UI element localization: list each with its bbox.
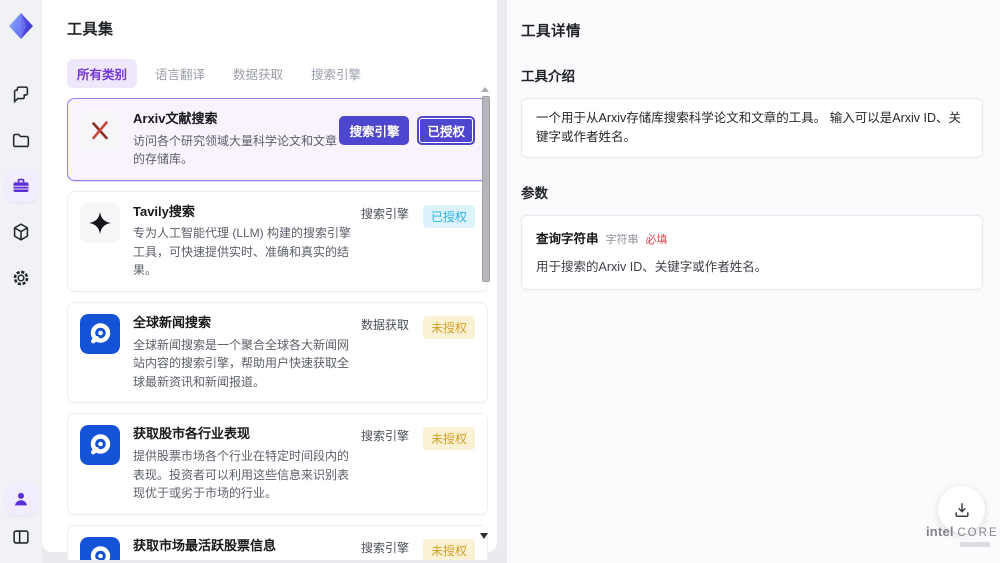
page-title: 工具集 xyxy=(67,21,114,38)
tool-name: Arxiv文献搜索 xyxy=(133,111,218,126)
panel-toggle-icon[interactable] xyxy=(5,521,37,553)
tab-category-2[interactable]: 数据获取 xyxy=(223,59,293,88)
category-tabs: 所有类别 语言翻译 数据获取 搜索引擎 xyxy=(67,59,497,88)
tool-name: 全球新闻搜索 xyxy=(133,315,212,331)
chat-icon[interactable] xyxy=(5,78,37,110)
cube-icon[interactable] xyxy=(5,216,37,248)
tool-card[interactable]: 获取市场最活跃股票信息提供当天交易量最高的股票列表。投资者可以利用这些信息来识别… xyxy=(67,524,488,560)
unauthorized-badge: 未授权 xyxy=(422,427,475,451)
tools-panel: 工具集 所有类别 语言翻译 数据获取 搜索引擎 Arxiv文献搜索 访问各个研究领域大量… xyxy=(42,0,497,560)
tool-card[interactable]: 全球新闻搜索全球新闻搜索是一个聚合全球各大新闻网站内容的搜索引擎，帮助用户快速获… xyxy=(67,302,488,404)
settings-icon[interactable] xyxy=(5,262,37,294)
tool-detail-panel: 工具详情 工具介绍 一个用于从Arxiv存储库搜索科学论文和文章的工具。 输入可… xyxy=(507,0,1000,563)
params-heading: 参数 xyxy=(521,185,548,201)
param-type: 字符串 xyxy=(605,233,639,246)
tool-list: Arxiv文献搜索 访问各个研究领域大量科学论文和文章的存储库。 搜索引擎 已授权 Ta… xyxy=(67,98,488,560)
sidebar xyxy=(0,0,42,563)
tab-category-1[interactable]: 语言翻译 xyxy=(145,59,215,88)
unauthorized-badge: 未授权 xyxy=(422,316,475,340)
tool-description: 提供当天交易量最高的股票列表。投资者可以利用这些信息来识别流动性强的股票和潜在的… xyxy=(133,558,361,560)
tool-category-label: 搜索引擎 xyxy=(360,206,409,221)
unauthorized-badge: 未授权 xyxy=(422,538,475,560)
param-list: 查询字符串 字符串 必填用于搜索的Arxiv ID、关键字或作者姓名。 xyxy=(521,214,986,290)
tab-all-categories[interactable]: 所有类别 xyxy=(67,59,138,88)
tool-card[interactable]: 获取股市各行业表现提供股票市场各个行业在特定时间段内的表现。投资者可以利用这些信… xyxy=(67,413,488,515)
blue-q-tool-icon xyxy=(80,536,120,560)
app-logo xyxy=(5,10,37,42)
intel-core-logo: intel core xyxy=(926,524,997,547)
tool-description: 访问各个研究领域大量科学论文和文章的存储库。 xyxy=(133,133,338,167)
tool-category-label: 搜索引擎 xyxy=(360,429,409,444)
tool-name: 获取市场最活跃股票信息 xyxy=(133,537,277,553)
download-icon xyxy=(954,502,969,517)
tool-card[interactable]: Arxiv文献搜索访问各个研究领域大量科学论文和文章的存储库。 搜索引擎 已授权 xyxy=(67,98,488,181)
param-description: 用于搜索的Arxiv ID、关键字或作者姓名。 xyxy=(536,259,768,274)
tool-card[interactable]: Tavily搜索专为人工智能代理 (LLM) 构建的搜索引擎工具，可快速提供实时… xyxy=(67,190,488,293)
tool-intro-text: 一个用于从Arxiv存储库搜索科学论文和文章的工具。 输入可以是Arxiv ID… xyxy=(521,98,983,158)
user-icon[interactable] xyxy=(5,483,37,515)
tool-category-label: 搜索引擎 xyxy=(339,116,410,145)
tavily-tool-icon xyxy=(80,202,120,243)
param-card: 查询字符串 字符串 必填用于搜索的Arxiv ID、关键字或作者姓名。 xyxy=(521,214,983,290)
intro-heading: 工具介绍 xyxy=(521,69,575,84)
brand-bar xyxy=(960,542,990,547)
tool-description: 提供股票市场各个行业在特定时间段内的表现。投资者可以利用这些信息来识别表现优于或… xyxy=(133,448,350,501)
brand-core: core xyxy=(957,527,999,539)
toolbox-icon[interactable] xyxy=(5,170,37,202)
scrollbar-thumb[interactable] xyxy=(482,96,490,282)
brand-intel: intel xyxy=(926,524,954,539)
tool-category-label: 数据获取 xyxy=(360,318,409,333)
blue-q-tool-icon xyxy=(80,314,120,355)
param-required-flag: 必填 xyxy=(645,233,668,246)
tool-description: 专为人工智能代理 (LLM) 构建的搜索引擎工具，可快速提供实时、准确和真实的结… xyxy=(133,226,352,278)
authorized-badge: 已授权 xyxy=(417,116,475,145)
tab-category-3[interactable]: 搜索引擎 xyxy=(301,59,371,88)
tool-name: 获取股市各行业表现 xyxy=(133,426,251,442)
scrollbar-down-arrow[interactable] xyxy=(480,533,488,539)
tool-category-label: 搜索引擎 xyxy=(360,540,409,555)
detail-title: 工具详情 xyxy=(521,24,581,40)
authorized-badge: 已授权 xyxy=(422,204,475,228)
tool-description: 全球新闻搜索是一个聚合全球各大新闻网站内容的搜索引擎，帮助用户快速获取全球最新资… xyxy=(133,337,350,389)
param-name: 查询字符串 xyxy=(536,231,599,246)
arxiv-tool-icon xyxy=(80,110,120,150)
folder-icon[interactable] xyxy=(5,124,37,156)
tool-name: Tavily搜索 xyxy=(133,203,195,219)
sidebar-nav xyxy=(5,78,37,294)
blue-q-tool-icon xyxy=(80,425,120,466)
scrollbar-up-arrow[interactable] xyxy=(481,87,489,92)
